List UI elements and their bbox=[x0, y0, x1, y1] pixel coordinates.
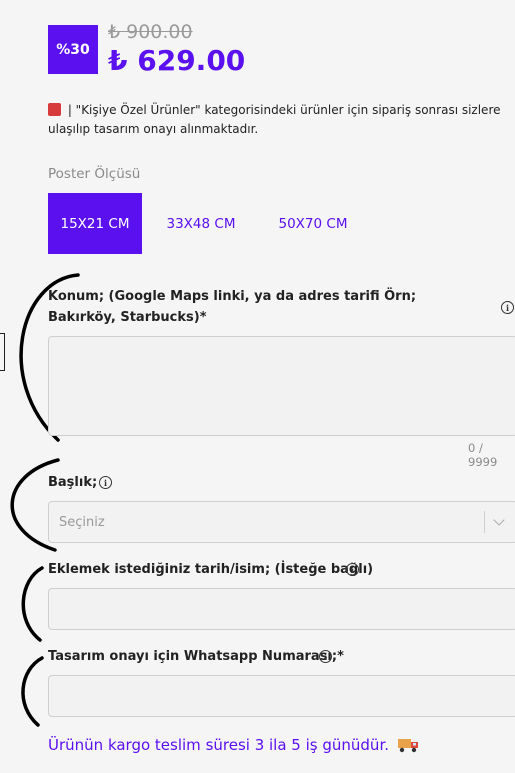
size-option-15x21[interactable]: 15X21 CM bbox=[48, 193, 142, 254]
old-price: ₺ 900.00 bbox=[108, 21, 193, 43]
info-icon[interactable]: i bbox=[346, 563, 359, 576]
shipping-text: Ürünün kargo teslim süresi 3 ila 5 iş gü… bbox=[48, 736, 390, 754]
info-icon[interactable]: i bbox=[501, 301, 514, 314]
title-label-text: Başlık; bbox=[48, 475, 98, 490]
select-separator bbox=[484, 511, 485, 533]
chevron-down-icon[interactable] bbox=[493, 514, 505, 526]
siren-icon bbox=[48, 103, 61, 116]
whatsapp-input[interactable] bbox=[48, 675, 515, 717]
notice-text: | "Kişiye Özel Ürünler" kategorisindeki … bbox=[48, 103, 501, 136]
title-field-label: Başlık; bbox=[48, 472, 97, 493]
info-icon[interactable]: i bbox=[319, 650, 332, 663]
discount-badge: %30 bbox=[48, 25, 98, 74]
location-textarea[interactable] bbox=[48, 336, 515, 436]
character-counter: 0 / 9999 bbox=[468, 441, 498, 469]
info-icon[interactable]: i bbox=[99, 476, 112, 489]
new-price: ₺ 629.00 bbox=[108, 44, 246, 77]
left-edge-frame bbox=[0, 333, 5, 371]
whatsapp-field-label: Tasarım onayı için Whatsapp Numarası;* bbox=[48, 649, 344, 664]
select-placeholder: Seçiniz bbox=[59, 514, 105, 530]
date-name-input[interactable] bbox=[48, 588, 515, 630]
delivery-truck-icon bbox=[397, 739, 418, 753]
size-option-50x70[interactable]: 50X70 CM bbox=[266, 193, 360, 254]
shipping-info: Ürünün kargo teslim süresi 3 ila 5 iş gü… bbox=[48, 736, 420, 754]
title-select[interactable]: Seçiniz bbox=[48, 501, 515, 543]
size-option-33x48[interactable]: 33X48 CM bbox=[154, 193, 248, 254]
date-name-field-label: Eklemek istediğiniz tarih/isim; (İsteğe … bbox=[48, 562, 374, 577]
personalized-notice: | "Kişiye Özel Ürünler" kategorisindeki … bbox=[48, 101, 508, 139]
poster-size-label: Poster Ölçüsü bbox=[48, 166, 141, 182]
location-field-label: Konum; (Google Maps linki, ya da adres t… bbox=[48, 289, 417, 325]
